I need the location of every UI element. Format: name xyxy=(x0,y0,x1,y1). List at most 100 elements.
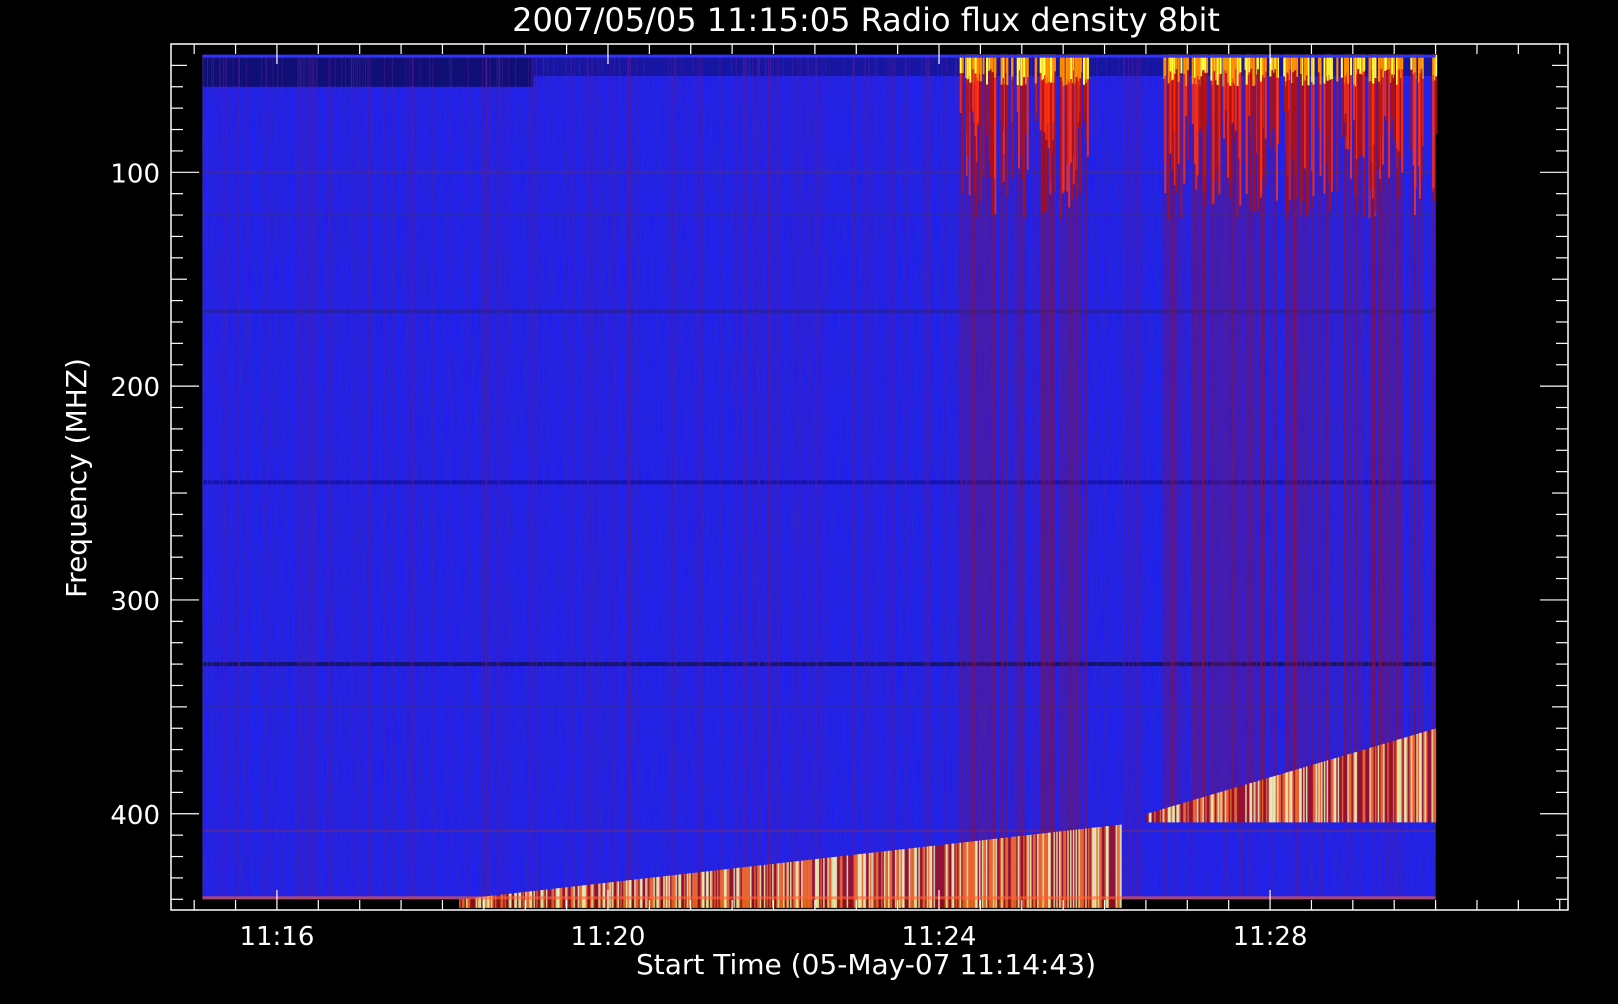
background-streak xyxy=(782,54,784,900)
burst-tail xyxy=(1296,197,1298,814)
x-tick-label: 11:20 xyxy=(571,922,646,952)
background-streak xyxy=(748,54,750,900)
burst-core xyxy=(1185,54,1188,87)
burst-core xyxy=(1167,54,1170,84)
burst-tail xyxy=(1212,203,1214,814)
burst-tail xyxy=(1223,138,1225,814)
background-streak xyxy=(765,54,767,900)
background-streak xyxy=(1122,54,1124,900)
burst-core xyxy=(1245,54,1248,85)
burst-tail xyxy=(1193,163,1195,814)
background-streak xyxy=(668,54,670,900)
burst-tail xyxy=(1305,173,1307,814)
background-streak xyxy=(429,54,431,900)
burst-tail xyxy=(1080,126,1082,900)
burst-tail xyxy=(1307,212,1309,814)
burst-tail xyxy=(1163,162,1165,814)
burst-core xyxy=(1034,54,1037,84)
burst-tail xyxy=(1391,118,1393,814)
burst-core xyxy=(1344,54,1347,76)
burst-core xyxy=(969,54,972,83)
burst-tail xyxy=(1196,175,1198,814)
background-streak xyxy=(852,54,854,900)
y-tick-label: 400 xyxy=(110,801,160,831)
background-streak xyxy=(238,54,240,900)
burst-streak xyxy=(1186,54,1189,161)
type-ii-band-streak xyxy=(1119,824,1122,908)
burst-core xyxy=(1374,54,1377,79)
burst-tail xyxy=(1177,163,1179,814)
burst-tail xyxy=(1432,187,1434,814)
data-top-edge xyxy=(202,54,1436,58)
background-streak xyxy=(825,54,827,900)
burst-tail xyxy=(1377,169,1379,814)
burst-tail xyxy=(1047,148,1049,900)
background-streak xyxy=(751,54,753,900)
background-streak xyxy=(1037,54,1039,900)
burst-core xyxy=(1283,54,1286,77)
burst-core xyxy=(979,54,982,82)
background-streak xyxy=(531,54,533,900)
burst-tail xyxy=(1418,166,1420,814)
burst-core xyxy=(1227,54,1230,83)
burst-core xyxy=(986,54,989,85)
background-streak xyxy=(266,54,268,900)
burst-tail xyxy=(1398,157,1400,814)
background-streak xyxy=(1242,54,1244,900)
burst-core xyxy=(1026,54,1029,78)
background-streak xyxy=(814,54,816,900)
background-streak xyxy=(610,54,612,900)
burst-core xyxy=(1307,54,1310,86)
background-streak xyxy=(925,54,927,900)
burst-tail xyxy=(1412,165,1414,814)
background-streak xyxy=(773,54,775,900)
background-streak xyxy=(365,54,367,900)
chart-svg: 2007/05/05 11:15:05 Radio flux density 8… xyxy=(60,1,1569,981)
burst-core xyxy=(1062,54,1065,86)
burst-tail xyxy=(1052,121,1054,900)
burst-tail xyxy=(1202,192,1204,814)
background-streak xyxy=(630,54,632,900)
burst-tail xyxy=(1069,162,1071,900)
background-streak xyxy=(874,54,876,900)
burst-tail xyxy=(1183,183,1185,814)
burst-streak xyxy=(1300,54,1303,215)
burst-tail xyxy=(1286,119,1288,814)
burst-tail xyxy=(1326,133,1328,814)
background-streak xyxy=(587,54,589,900)
burst-core xyxy=(1435,54,1438,77)
burst-streak xyxy=(989,54,992,178)
burst-tail xyxy=(1269,148,1271,814)
burst-tail xyxy=(1000,186,1002,900)
background-streak xyxy=(778,54,780,900)
background-streak xyxy=(370,54,372,900)
background-streak xyxy=(797,54,799,900)
burst-tail xyxy=(1214,181,1216,814)
background-streak xyxy=(309,54,311,900)
background-streak xyxy=(281,54,283,900)
background-streak xyxy=(683,54,685,900)
burst-tail xyxy=(1346,138,1348,814)
background-streak xyxy=(719,54,721,900)
burst-tail xyxy=(1234,130,1236,814)
background-streak xyxy=(410,54,412,900)
background-streak xyxy=(864,54,866,900)
burst-tail xyxy=(1024,134,1026,900)
background-streak xyxy=(1132,54,1134,900)
burst-core xyxy=(1052,54,1055,83)
background-streak xyxy=(219,54,221,900)
background-streak xyxy=(745,54,747,900)
background-streak xyxy=(1014,54,1016,900)
burst-core xyxy=(1353,54,1356,85)
burst-core xyxy=(1275,54,1278,78)
burst-tail xyxy=(1328,182,1330,814)
background-streak xyxy=(467,54,469,900)
background-streak xyxy=(501,54,503,900)
background-streak xyxy=(391,54,393,900)
burst-streak xyxy=(1180,54,1183,219)
background-streak xyxy=(759,54,761,900)
data-bottom-edge xyxy=(202,896,1436,900)
type-ii-band-streak xyxy=(1434,728,1437,823)
burst-tail xyxy=(1413,215,1415,814)
background-streak xyxy=(636,54,638,900)
